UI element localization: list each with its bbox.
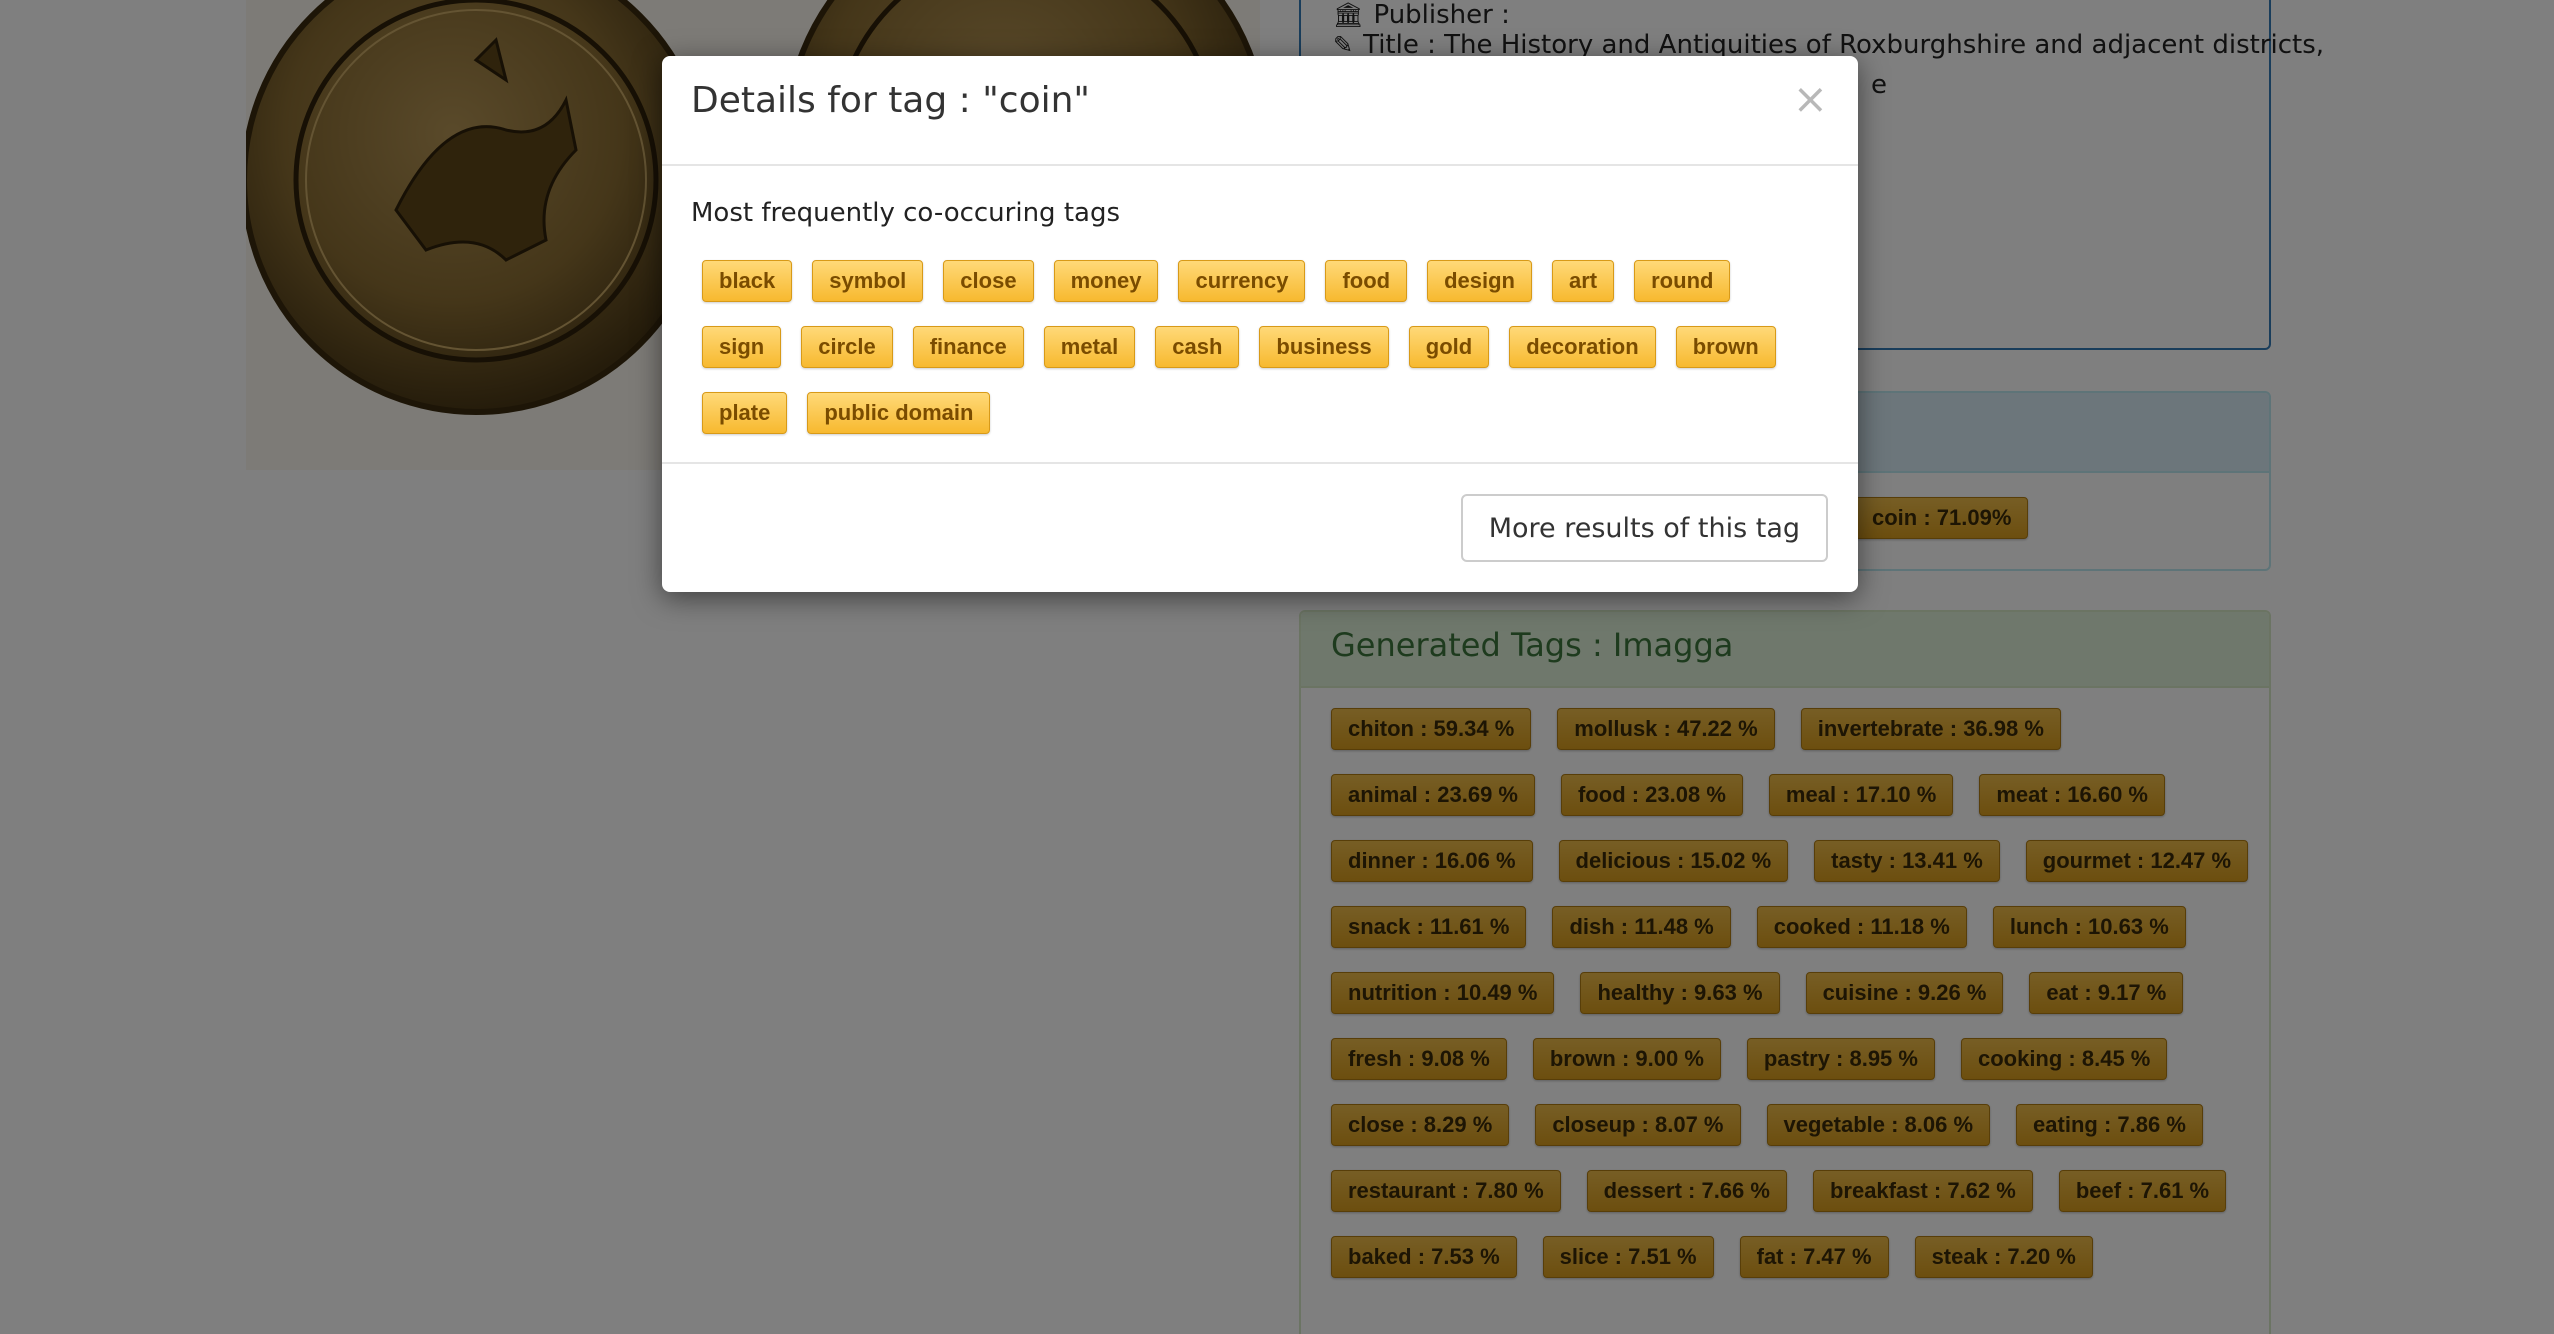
- modal-header: Details for tag : "coin" ×: [662, 56, 1858, 166]
- modal-title: Details for tag : "coin": [691, 80, 1090, 121]
- co-occurring-title: Most frequently co-occuring tags: [691, 198, 1120, 228]
- co-occurring-tag[interactable]: food: [1325, 260, 1408, 302]
- close-icon[interactable]: ×: [1793, 78, 1828, 120]
- co-occurring-tag[interactable]: gold: [1408, 326, 1490, 368]
- co-occurring-tag[interactable]: design: [1427, 260, 1532, 302]
- co-occurring-tag[interactable]: close: [943, 260, 1034, 302]
- co-occurring-tag[interactable]: money: [1053, 260, 1159, 302]
- co-occurring-tag[interactable]: cash: [1155, 326, 1240, 368]
- co-occurring-tag[interactable]: black: [702, 260, 793, 302]
- co-occurring-tag[interactable]: public domain: [807, 392, 991, 434]
- co-occurring-tag[interactable]: finance: [912, 326, 1024, 368]
- co-occurring-tag[interactable]: currency: [1178, 260, 1306, 302]
- co-occurring-tag[interactable]: decoration: [1509, 326, 1656, 368]
- page: 🏛 Publisher : ✎ Title : The History and …: [0, 0, 2554, 1334]
- co-occurring-tag[interactable]: plate: [702, 392, 788, 434]
- co-occurring-tag[interactable]: brown: [1675, 326, 1776, 368]
- co-occurring-tag[interactable]: business: [1259, 326, 1389, 368]
- modal-footer: More results of this tag: [662, 464, 1858, 592]
- co-occurring-tag[interactable]: round: [1634, 260, 1731, 302]
- co-occurring-tag[interactable]: circle: [801, 326, 893, 368]
- co-occurring-tag[interactable]: symbol: [812, 260, 924, 302]
- co-occurring-tag[interactable]: sign: [702, 326, 782, 368]
- co-occurring-tag[interactable]: art: [1552, 260, 1615, 302]
- co-occurring-tag-list: black symbol close money currency food design a…: [702, 260, 1822, 434]
- more-results-button[interactable]: More results of this tag: [1460, 494, 1828, 562]
- co-occurring-tag[interactable]: metal: [1043, 326, 1136, 368]
